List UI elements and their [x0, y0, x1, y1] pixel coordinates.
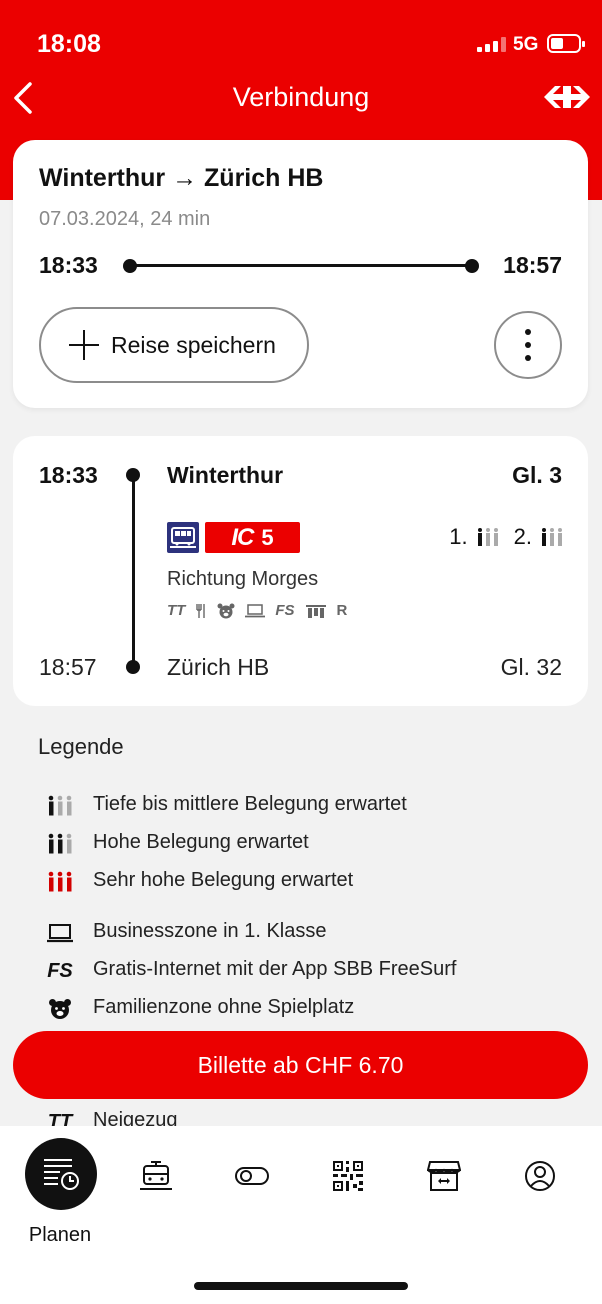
legend-text: Tiefe bis mittlere Belegung erwartet — [93, 793, 407, 815]
toggle-icon — [235, 1167, 269, 1185]
timeline-end-dot — [465, 259, 479, 273]
restaurant-icon — [196, 603, 206, 618]
buy-ticket-button[interactable]: Billette ab CHF 6.70 — [13, 1031, 588, 1099]
save-journey-label: Reise speichern — [111, 331, 276, 358]
amenity-icons: TT FS R — [167, 602, 347, 619]
date-duration: 07.03.2024, 24 min — [39, 208, 211, 230]
tab-plan[interactable] — [25, 1138, 97, 1210]
arrival-time: 18:57 — [503, 252, 562, 278]
leg-to-platform: Gl. 32 — [500, 654, 562, 680]
legend-item: Sehr hohe Belegung erwartet — [45, 869, 353, 894]
status-time: 18:08 — [37, 30, 101, 58]
legend-text: Gratis-Internet mit der App SBB FreeSurf — [93, 958, 457, 980]
journey-leg-card[interactable]: 18:33 Winterthur Gl. 3 IC 5 1. 2. Richtu… — [13, 436, 588, 706]
battery-icon — [547, 34, 585, 53]
profile-icon — [525, 1161, 555, 1191]
network-label: 5G — [513, 34, 539, 55]
tab-shop[interactable] — [414, 1146, 474, 1206]
connection-summary-card: Winterthur → Zürich HB 07.03.2024, 24 mi… — [13, 140, 588, 408]
legend-title: Legende — [38, 734, 124, 759]
occupancy-high-icon — [45, 832, 75, 856]
leg-from-station: Winterthur — [167, 462, 284, 488]
departure-time: 18:33 — [39, 252, 98, 278]
legend-item: Tiefe bis mittlere Belegung erwartet — [45, 793, 407, 818]
freesurf-icon: FS — [275, 602, 295, 619]
status-bar: 18:08 5G — [0, 0, 602, 80]
laptop-icon — [45, 921, 75, 945]
legend-item: Familienzone ohne Spielplatz — [45, 996, 354, 1021]
signal-strength-icon — [477, 36, 506, 52]
tab-profile[interactable] — [510, 1146, 570, 1206]
page-title: Verbindung — [232, 82, 370, 112]
train-icon — [140, 1161, 172, 1190]
plus-icon — [69, 330, 99, 360]
bicycle-reservation-icon — [305, 604, 326, 618]
tab-plan-label: Planen — [28, 1224, 92, 1246]
legend-text: Sehr hohe Belegung erwartet — [93, 869, 354, 891]
leg-timeline — [132, 474, 135, 666]
sbb-logo-icon[interactable] — [544, 84, 590, 110]
timetable-icon — [44, 1159, 79, 1190]
home-indicator[interactable] — [194, 1282, 408, 1290]
leg-from-platform: Gl. 3 — [512, 462, 562, 488]
leg-arrival-time: 18:57 — [39, 654, 97, 680]
route-title: Winterthur → Zürich HB — [39, 164, 324, 192]
shop-icon — [427, 1161, 461, 1191]
legend-item: Hohe Belegung erwartet — [45, 831, 309, 856]
first-class-label: 1. — [449, 524, 468, 549]
timeline-bar — [130, 264, 473, 267]
occupancy-low-icon — [542, 528, 562, 546]
line-number: 5 — [261, 524, 274, 550]
direction-text: Richtung Morges — [167, 568, 319, 590]
occupancy-very-high-icon — [45, 870, 75, 894]
legend-text: Businesszone in 1. Klasse — [93, 920, 327, 942]
line-type: IC — [231, 523, 254, 551]
line-badge: IC 5 — [205, 522, 300, 553]
tab-swisspass[interactable] — [222, 1146, 282, 1206]
leg-to-station: Zürich HB — [167, 654, 270, 680]
tab-tickets[interactable] — [318, 1146, 378, 1206]
freesurf-icon: FS — [47, 959, 73, 982]
occupancy-low-icon — [477, 528, 498, 546]
legend-item: FS Gratis-Internet mit der App SBB FreeS… — [45, 958, 456, 983]
class-occupancy: 1. 2. — [449, 524, 564, 550]
leg-start-dot — [126, 468, 140, 482]
qr-code-icon — [333, 1161, 363, 1191]
teddy-bear-icon — [217, 603, 235, 618]
save-journey-button[interactable]: Reise speichern — [39, 307, 309, 383]
more-options-button[interactable] — [494, 311, 562, 379]
train-icon — [167, 522, 199, 553]
occupancy-low-icon — [45, 794, 75, 818]
legend-text: Familienzone ohne Spielplatz — [93, 996, 355, 1018]
leg-end-dot — [126, 660, 140, 674]
tab-bar: Planen — [0, 1126, 602, 1304]
buy-ticket-label: Billette ab CHF 6.70 — [197, 1051, 404, 1078]
teddy-bear-icon — [45, 997, 75, 1021]
legend-item: Businesszone in 1. Klasse — [45, 920, 326, 945]
reservation-icon: R — [336, 602, 348, 619]
tab-journeys[interactable] — [126, 1146, 186, 1206]
tilting-train-icon: TT — [167, 602, 186, 619]
leg-departure-time: 18:33 — [39, 462, 98, 488]
legend-text: Hohe Belegung erwartet — [93, 831, 309, 853]
laptop-icon — [245, 603, 266, 617]
second-class-label: 2. — [513, 524, 532, 549]
timeline-start-dot — [123, 259, 137, 273]
